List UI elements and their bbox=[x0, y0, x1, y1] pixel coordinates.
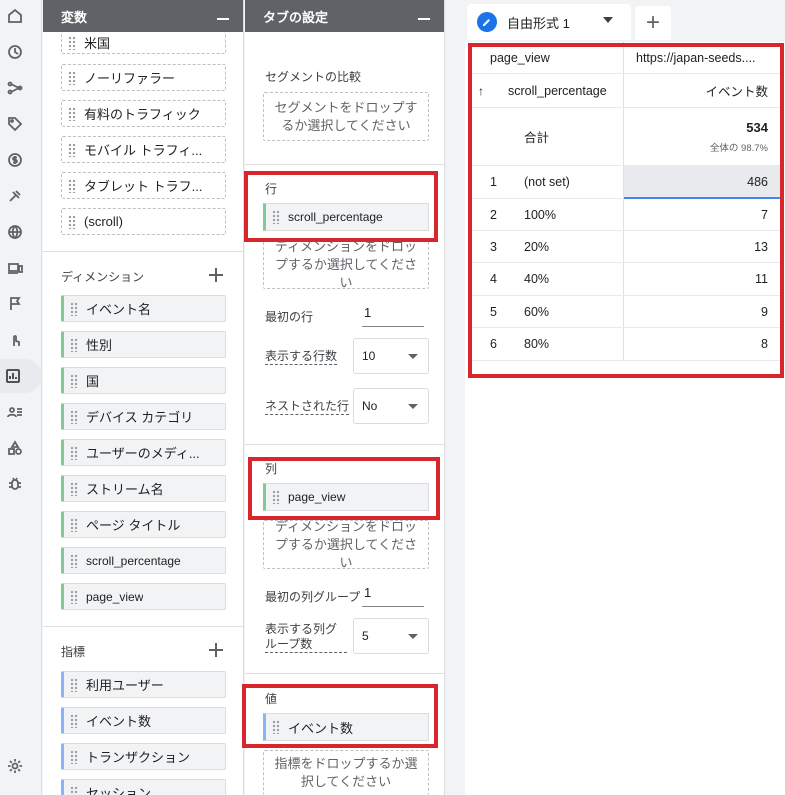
audience-icon[interactable] bbox=[5, 402, 25, 422]
segment-compare-label: セグメントの比較 bbox=[265, 70, 362, 84]
monetization-icon[interactable] bbox=[5, 150, 25, 170]
first-col-group-label: 最初の列グループ bbox=[265, 590, 361, 604]
edit-pencil-icon bbox=[477, 12, 497, 32]
dimension-chip[interactable]: ストリーム名 bbox=[61, 475, 226, 502]
rows-shown-label: 表示する行数 bbox=[265, 349, 338, 365]
tab-settings-header: タブの設定 bbox=[245, 0, 444, 32]
col-groups-shown-label: 表示する列グループ数 bbox=[265, 622, 347, 653]
metric-chip[interactable]: トランザクション bbox=[61, 743, 226, 770]
dimension-chip[interactable]: scroll_percentage bbox=[61, 547, 226, 574]
chevron-down-icon bbox=[408, 354, 418, 359]
shapes-icon[interactable] bbox=[5, 438, 25, 458]
tag-icon[interactable] bbox=[5, 114, 25, 134]
metric-chip[interactable]: 利用ユーザー bbox=[61, 671, 226, 698]
add-metric-plus-icon[interactable] bbox=[209, 643, 223, 657]
chevron-down-icon bbox=[408, 634, 418, 639]
globe-icon[interactable] bbox=[5, 222, 25, 242]
segment-chip[interactable]: モバイル トラフィ... bbox=[61, 136, 226, 163]
add-dimension-plus-icon[interactable] bbox=[209, 268, 223, 282]
left-nav-rail bbox=[0, 0, 42, 795]
touch-icon[interactable] bbox=[5, 330, 25, 350]
metrics-section-label: 指標 bbox=[61, 645, 86, 659]
columns-highlight-box bbox=[248, 457, 440, 520]
nested-rows-label: ネストされた行 bbox=[265, 399, 350, 415]
collapse-minus-icon[interactable] bbox=[217, 18, 229, 20]
variables-panel: 変数 米国 ノーリファラー 有料のトラフィック モバイル トラフィ... タブレ… bbox=[43, 0, 244, 795]
segment-chip[interactable]: 有料のトラフィック bbox=[61, 100, 226, 127]
dimension-chip[interactable]: 国 bbox=[61, 367, 226, 394]
dimension-chip[interactable]: ユーザーのメディ... bbox=[61, 439, 226, 466]
variables-panel-title: 変数 bbox=[61, 9, 88, 25]
segment-chip[interactable]: (scroll) bbox=[61, 208, 226, 235]
metric-chip[interactable]: イベント数 bbox=[61, 707, 226, 734]
divider bbox=[43, 626, 243, 627]
segment-chip[interactable]: ノーリファラー bbox=[61, 64, 226, 91]
tab-menu-dropdown-icon[interactable] bbox=[603, 17, 613, 23]
dimension-chip[interactable]: 性別 bbox=[61, 331, 226, 358]
realtime-clock-icon[interactable] bbox=[5, 42, 25, 62]
segment-dropzone[interactable]: セグメントをドロップするか選択してください bbox=[263, 92, 429, 141]
first-col-group-input[interactable]: 1 bbox=[362, 585, 424, 607]
report-tab-bar: 自由形式 1 + bbox=[465, 0, 785, 42]
metric-dropzone[interactable]: 指標をドロップするか選択してください bbox=[263, 750, 429, 795]
segment-chip[interactable]: 米国 bbox=[61, 32, 226, 54]
columns-dimension-dropzone[interactable]: ディメンションをドロップするか選択してください bbox=[263, 519, 429, 570]
explore-icon[interactable] bbox=[0, 359, 42, 393]
tab-free-form-1[interactable]: 自由形式 1 bbox=[467, 4, 631, 40]
segment-chip[interactable]: タブレット トラフ... bbox=[61, 172, 226, 199]
dimension-chip[interactable]: page_view bbox=[61, 583, 226, 610]
dimension-chip[interactable]: デバイス カテゴリ bbox=[61, 403, 226, 430]
first-row-input[interactable]: 1 bbox=[362, 305, 424, 327]
path-icon[interactable] bbox=[5, 78, 25, 98]
settings-gear-icon[interactable] bbox=[5, 756, 25, 776]
divider bbox=[245, 673, 444, 674]
rows-highlight-box bbox=[244, 171, 438, 242]
chevron-down-icon bbox=[408, 404, 418, 409]
debug-bug-icon[interactable] bbox=[5, 474, 25, 494]
metric-chip[interactable]: セッション bbox=[61, 779, 226, 795]
add-tab-button[interactable]: + bbox=[635, 6, 671, 40]
divider bbox=[245, 444, 444, 445]
rows-dimension-dropzone[interactable]: ディメンションをドロップするか選択してください bbox=[263, 239, 429, 290]
divider bbox=[43, 251, 243, 252]
retention-magnet-icon[interactable] bbox=[5, 186, 25, 206]
dimensions-section-label: ディメンション bbox=[61, 270, 145, 284]
values-highlight-box bbox=[242, 684, 438, 748]
home-icon[interactable] bbox=[5, 6, 25, 26]
tab-settings-panel: タブの設定 セグメントの比較 セグメントをドロップするか選択してください 行 s… bbox=[245, 0, 445, 795]
dimension-chip[interactable]: ページ タイトル bbox=[61, 511, 226, 538]
tab-settings-title: タブの設定 bbox=[263, 9, 329, 25]
collapse-minus-icon[interactable] bbox=[418, 18, 430, 20]
divider bbox=[245, 164, 444, 165]
first-row-label: 最初の行 bbox=[265, 310, 314, 324]
flag-icon[interactable] bbox=[5, 294, 25, 314]
col-groups-shown-select[interactable]: 5 bbox=[353, 618, 429, 654]
nested-rows-select[interactable]: No bbox=[353, 388, 429, 424]
rows-shown-select[interactable]: 10 bbox=[353, 338, 429, 374]
dimension-chip[interactable]: イベント名 bbox=[61, 295, 226, 322]
variables-panel-header: 変数 bbox=[43, 0, 243, 32]
devices-icon[interactable] bbox=[5, 258, 25, 278]
table-highlight-box bbox=[468, 43, 784, 378]
